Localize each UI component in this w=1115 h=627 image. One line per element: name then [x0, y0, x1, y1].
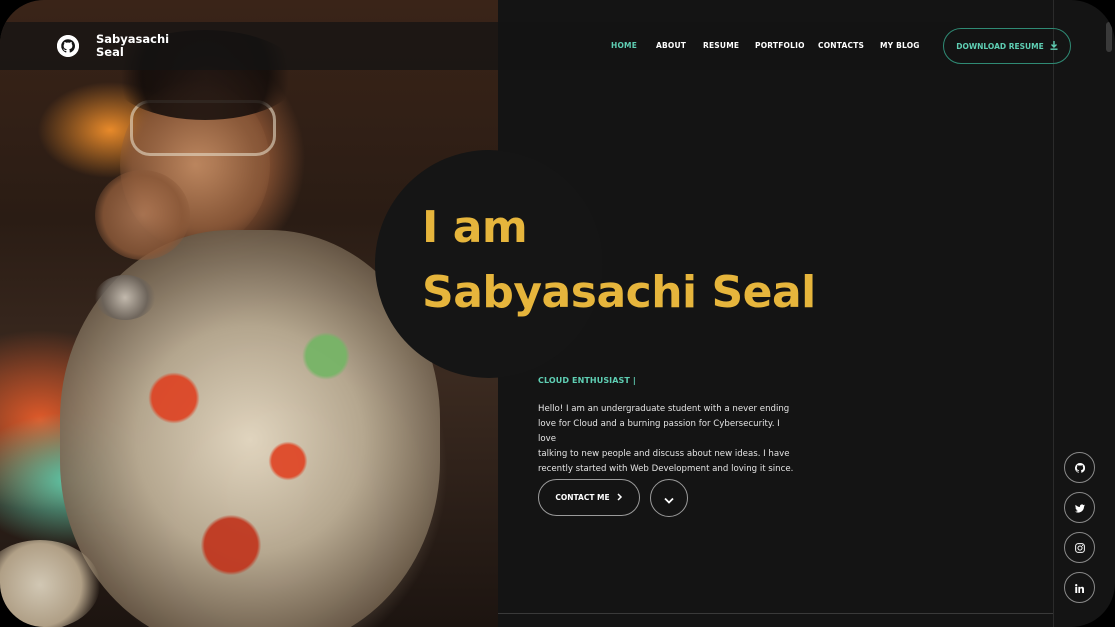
- nav-home[interactable]: HOME: [611, 41, 637, 50]
- hero-bio: Hello! I am an undergraduate student wit…: [538, 402, 796, 477]
- nav-about[interactable]: ABOUT: [656, 41, 686, 50]
- nav-portfolio[interactable]: PORTFOLIO: [755, 41, 805, 50]
- download-resume-button[interactable]: DOWNLOAD RESUME: [943, 28, 1071, 64]
- nav-contacts[interactable]: CONTACTS: [818, 41, 864, 50]
- contact-me-button[interactable]: CONTACT ME: [538, 479, 640, 516]
- github-icon: [1074, 458, 1085, 477]
- hero-heading-line2: Sabyasachi Seal: [422, 267, 816, 318]
- bio-line: love for Cloud and a burning passion for…: [538, 419, 780, 444]
- instagram-icon: [1074, 538, 1085, 557]
- download-icon: [1050, 40, 1058, 52]
- download-resume-label: DOWNLOAD RESUME: [956, 41, 1044, 51]
- social-twitter-button[interactable]: [1064, 492, 1095, 523]
- linkedin-icon: [1075, 578, 1084, 597]
- contact-me-label: CONTACT ME: [555, 493, 610, 502]
- twitter-icon: [1074, 498, 1085, 517]
- bio-line: talking to new people and discuss about …: [538, 449, 790, 459]
- hero-heading-line1: I am: [422, 202, 528, 253]
- github-icon[interactable]: [57, 35, 79, 57]
- chevron-right-icon: [617, 492, 623, 503]
- scrollbar-thumb[interactable]: [1106, 22, 1112, 52]
- hero-tagline: CLOUD ENTHUSIAST |: [538, 376, 636, 385]
- bio-line: recently started with Web Development an…: [538, 464, 794, 474]
- social-instagram-button[interactable]: [1064, 532, 1095, 563]
- app-window: Sabyasachi Seal HOME ABOUT RESUME PORTFO…: [0, 0, 1115, 627]
- nav-resume[interactable]: RESUME: [703, 41, 739, 50]
- scroll-down-button[interactable]: [650, 479, 688, 517]
- bottom-divider: [498, 613, 1053, 614]
- social-linkedin-button[interactable]: [1064, 572, 1095, 603]
- right-divider: [1053, 0, 1054, 627]
- brand-name[interactable]: Sabyasachi Seal: [96, 33, 186, 59]
- bio-line: Hello! I am an undergraduate student wit…: [538, 404, 790, 414]
- nav-my-blog[interactable]: MY BLOG: [880, 41, 920, 50]
- chevron-down-icon: [664, 489, 674, 508]
- brand-line2: Seal: [96, 45, 124, 59]
- heading-backdrop-circle: [375, 150, 603, 378]
- social-github-button[interactable]: [1064, 452, 1095, 483]
